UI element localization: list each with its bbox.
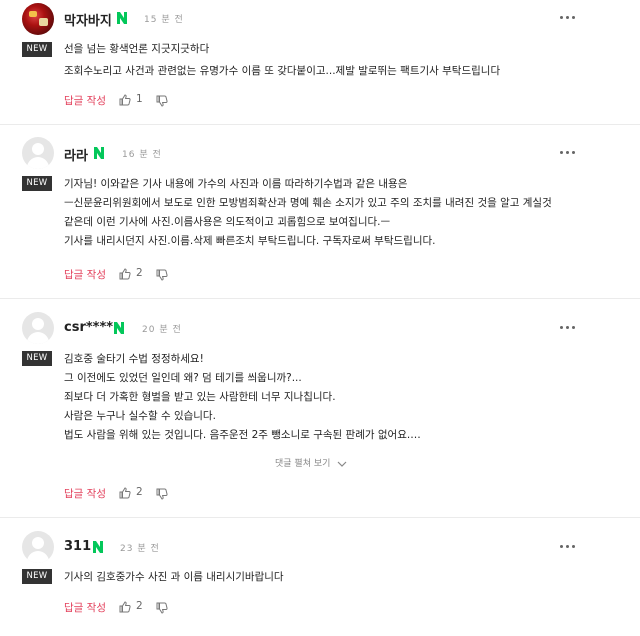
new-badge: NEW xyxy=(22,569,52,584)
more-options-icon[interactable] xyxy=(558,323,578,333)
chevron-down-icon xyxy=(337,460,347,468)
comment-text-line: 같은데 이런 기사에 사진.이름사용은 의도적이고 괴롭힘으로 보여집니다.ㅡ xyxy=(64,216,391,228)
thumbs-down-icon[interactable] xyxy=(156,602,168,614)
comment-nickname[interactable]: 라라 xyxy=(64,145,88,164)
avatar[interactable] xyxy=(22,312,54,344)
comment-nickname[interactable]: 311 xyxy=(64,539,91,554)
comment-time: 15 분 전 xyxy=(144,15,184,25)
comment-text-line: 기사를 내리시던지 사진.이름.삭제 빠른조치 부탁드립니다. 구독자로써 부탁… xyxy=(64,235,436,247)
more-options-icon[interactable] xyxy=(558,13,578,23)
more-options-icon[interactable] xyxy=(558,148,578,158)
comment-text-line: 선을 넘는 황색언론 지긋지긋하다 xyxy=(64,43,210,55)
comment-text-line: ㅡ신문윤리위원회에서 보도로 인한 모방범죄확산과 명예 훼손 소지가 있고 주… xyxy=(64,197,552,209)
thumbs-up-icon[interactable] xyxy=(119,487,131,499)
comment-text-line: 조회수노리고 사건과 관련없는 유명가수 이름 또 갖다붙이고...제발 발로뛰… xyxy=(64,65,501,77)
reply-button[interactable]: 답글 작성 xyxy=(64,600,106,615)
comment-time: 16 분 전 xyxy=(122,150,162,160)
comment-nickname[interactable]: 막자바지 xyxy=(64,10,112,29)
comment-text-line: 김호중 술타기 수법 정정하세요! xyxy=(64,353,204,365)
n-badge-icon xyxy=(114,322,124,334)
reply-button[interactable]: 답글 작성 xyxy=(64,267,106,282)
avatar[interactable] xyxy=(22,137,54,169)
comment-divider xyxy=(0,124,640,125)
avatar[interactable] xyxy=(22,3,54,35)
comment-body: 기사의 김호중가수 사진 과 이름 내리시기바랍니다 xyxy=(64,568,604,587)
comment-text-line: 죄보다 더 가혹한 형벌을 받고 있는 사람한테 너무 지나칩니다. xyxy=(64,391,336,403)
like-count: 2 xyxy=(136,486,143,498)
thumbs-up-icon[interactable] xyxy=(119,268,131,280)
like-count: 2 xyxy=(136,600,143,612)
new-badge: NEW xyxy=(22,351,52,366)
comment-body: 선을 넘는 황색언론 지긋지긋하다 조회수노리고 사건과 관련없는 유명가수 이… xyxy=(64,40,604,81)
like-count: 1 xyxy=(136,93,143,105)
comment-text-line: 법도 사람을 위해 있는 것입니다. 음주운전 2주 뺑소니로 구속된 판례가 … xyxy=(64,429,421,441)
comment-body: 기자님! 이와같은 기사 내용에 가수의 사진과 이름 따라하기수법과 같은 내… xyxy=(64,175,604,251)
comment-text-line: 기자님! 이와같은 기사 내용에 가수의 사진과 이름 따라하기수법과 같은 내… xyxy=(64,178,408,190)
thumbs-down-icon[interactable] xyxy=(156,269,168,281)
comment-time: 23 분 전 xyxy=(120,544,160,554)
more-options-icon[interactable] xyxy=(558,542,578,552)
thumbs-up-icon[interactable] xyxy=(119,94,131,106)
thumbs-up-icon[interactable] xyxy=(119,601,131,613)
new-badge: NEW xyxy=(22,176,52,191)
comment-divider xyxy=(0,517,640,518)
n-badge-icon xyxy=(94,147,104,159)
comment-time: 20 분 전 xyxy=(142,325,182,335)
expand-label: 댓글 펼쳐 보기 xyxy=(275,459,331,469)
n-badge-icon xyxy=(117,12,127,24)
comment-divider xyxy=(0,298,640,299)
like-count: 2 xyxy=(136,267,143,279)
reply-button[interactable]: 답글 작성 xyxy=(64,486,106,501)
comment-text-line: 사람은 누구나 실수할 수 있습니다. xyxy=(64,410,216,422)
n-badge-icon xyxy=(93,541,103,553)
expand-comment-button[interactable]: 댓글 펼쳐 보기 xyxy=(275,456,347,469)
comment-text-line: 그 이전에도 있었던 일인데 왜? 덤 테기를 씌웁니까?... xyxy=(64,372,302,384)
thumbs-down-icon[interactable] xyxy=(156,488,168,500)
comment-body: 김호중 술타기 수법 정정하세요! 그 이전에도 있었던 일인데 왜? 덤 테기… xyxy=(64,350,604,445)
thumbs-down-icon[interactable] xyxy=(156,95,168,107)
new-badge: NEW xyxy=(22,42,52,57)
comment-nickname[interactable]: csr**** xyxy=(64,320,113,335)
comment-text-line: 기사의 김호중가수 사진 과 이름 내리시기바랍니다 xyxy=(64,571,284,583)
avatar[interactable] xyxy=(22,531,54,563)
reply-button[interactable]: 답글 작성 xyxy=(64,93,106,108)
